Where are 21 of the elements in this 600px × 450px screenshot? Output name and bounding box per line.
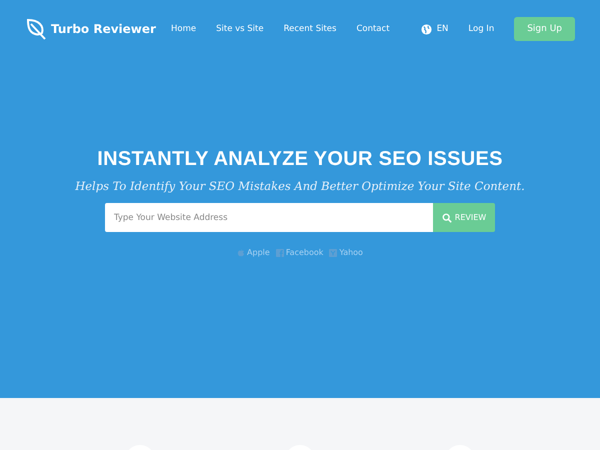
brand-name[interactable]: Turbo Reviewer <box>51 22 156 36</box>
language-link[interactable]: EN <box>436 24 448 34</box>
search-icon <box>442 212 452 222</box>
facebook-icon <box>276 248 284 256</box>
nav-link[interactable]: Recent Sites <box>284 24 336 34</box>
nav-link[interactable]: Contact <box>356 24 390 34</box>
example-link[interactable]: Apple <box>237 248 270 257</box>
leaf-icon <box>25 18 47 40</box>
nav-link[interactable]: Site vs Site <box>216 24 264 34</box>
hero-subtitle: Helps To Identify Your SEO Mistakes And Better Optimize Your Site Content. <box>75 179 525 193</box>
example-link[interactable]: Yahoo <box>329 248 363 257</box>
apple-icon <box>237 248 246 256</box>
signup-button[interactable]: Sign Up <box>514 17 575 41</box>
nav-link[interactable]: Home <box>171 24 196 34</box>
hero-title: INSTANTLY ANALYZE YOUR SEO ISSUES <box>97 148 503 171</box>
website-address-field[interactable]: Type Your Website Address <box>105 203 433 232</box>
review-button[interactable]: REVIEW <box>433 203 495 232</box>
globe-icon <box>420 24 432 34</box>
yahoo-icon <box>329 248 338 256</box>
login-link[interactable]: Log In <box>468 24 494 34</box>
example-link[interactable]: Facebook <box>276 248 324 257</box>
